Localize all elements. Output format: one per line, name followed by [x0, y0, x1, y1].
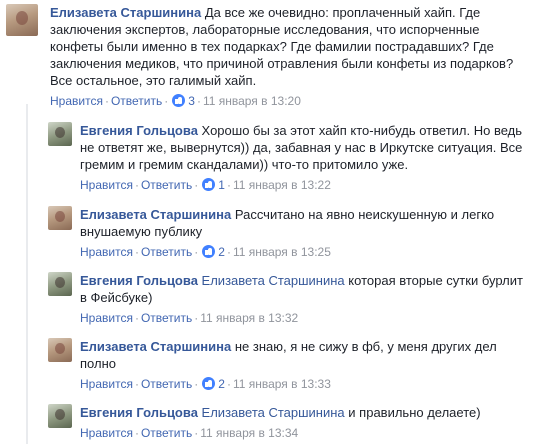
reply-comment: Елизавета Старшинина Рассчитано на явно … [48, 206, 534, 262]
like-count[interactable]: 3 [188, 94, 195, 108]
reply-button[interactable]: Ответить [141, 245, 192, 259]
avatar[interactable] [48, 272, 72, 296]
comment-timestamp[interactable]: 11 января в 13:34 [200, 426, 298, 440]
comment-actions: Нравится · Ответить · 11 января в 13:32 [80, 311, 299, 325]
avatar[interactable] [6, 4, 38, 36]
reply-comment: Евгения Гольцова Елизавета Старшинина и … [48, 404, 534, 444]
comment-author[interactable]: Евгения Гольцова [80, 405, 198, 420]
comment-actions: Нравится · Ответить · 2 · 11 января в 13:33 [80, 377, 331, 391]
comment-timestamp[interactable]: 11 января в 13:33 [233, 377, 331, 391]
reply-button[interactable]: Ответить [141, 311, 192, 325]
comment-timestamp[interactable]: 11 января в 13:20 [203, 94, 301, 108]
reply-comment: Евгения Гольцова Хорошо бы за этот хайп … [48, 122, 534, 200]
comment-author[interactable]: Елизавета Старшинина [50, 5, 201, 20]
avatar[interactable] [48, 206, 72, 230]
like-icon[interactable] [202, 245, 216, 258]
comment-timestamp[interactable]: 11 января в 13:32 [200, 311, 298, 325]
comment: Елизавета Старшинина Да все же очевидно:… [6, 4, 534, 114]
comment-author[interactable]: Евгения Гольцова [80, 273, 198, 288]
like-button[interactable]: Нравится [80, 245, 133, 259]
like-count[interactable]: 2 [218, 245, 225, 259]
comment-actions: Нравится · Ответить · 3 · 11 января в 13:20 [50, 94, 301, 108]
comment-actions: Нравится · Ответить · 1 · 11 января в 13:22 [80, 178, 331, 192]
like-button[interactable]: Нравится [80, 178, 133, 192]
like-button[interactable]: Нравится [80, 377, 133, 391]
avatar[interactable] [48, 338, 72, 362]
comment-author[interactable]: Елизавета Старшинина [80, 339, 231, 354]
comment-actions: Нравится · Ответить · 11 января в 13:34 [80, 426, 299, 440]
like-button[interactable]: Нравится [80, 311, 133, 325]
comment-text: и правильно делаете) [348, 405, 481, 420]
like-icon[interactable] [202, 178, 216, 191]
mention-link[interactable]: Елизавета Старшинина [202, 273, 345, 288]
comment-author[interactable]: Евгения Гольцова [80, 123, 198, 138]
avatar[interactable] [48, 404, 72, 428]
like-icon[interactable] [172, 94, 186, 107]
like-button[interactable]: Нравится [50, 94, 103, 108]
comment-timestamp[interactable]: 11 января в 13:25 [233, 245, 331, 259]
comment-author[interactable]: Елизавета Старшинина [80, 207, 231, 222]
comment-timestamp[interactable]: 11 января в 13:22 [233, 178, 331, 192]
reply-button[interactable]: Ответить [141, 426, 192, 440]
avatar[interactable] [48, 122, 72, 146]
reply-button[interactable]: Ответить [141, 377, 192, 391]
like-count[interactable]: 2 [218, 377, 225, 391]
reply-button[interactable]: Ответить [111, 94, 162, 108]
like-count[interactable]: 1 [218, 178, 225, 192]
like-button[interactable]: Нравится [80, 426, 133, 440]
reply-comment: Елизавета Старшинина не знаю, я не сижу … [48, 338, 534, 394]
comment-actions: Нравится · Ответить · 2 · 11 января в 13:25 [80, 245, 331, 259]
reply-thread-line [26, 104, 28, 444]
like-icon[interactable] [202, 377, 216, 390]
reply-button[interactable]: Ответить [141, 178, 192, 192]
mention-link[interactable]: Елизавета Старшинина [202, 405, 345, 420]
reply-comment: Евгения Гольцова Елизавета Старшинина ко… [48, 272, 534, 328]
